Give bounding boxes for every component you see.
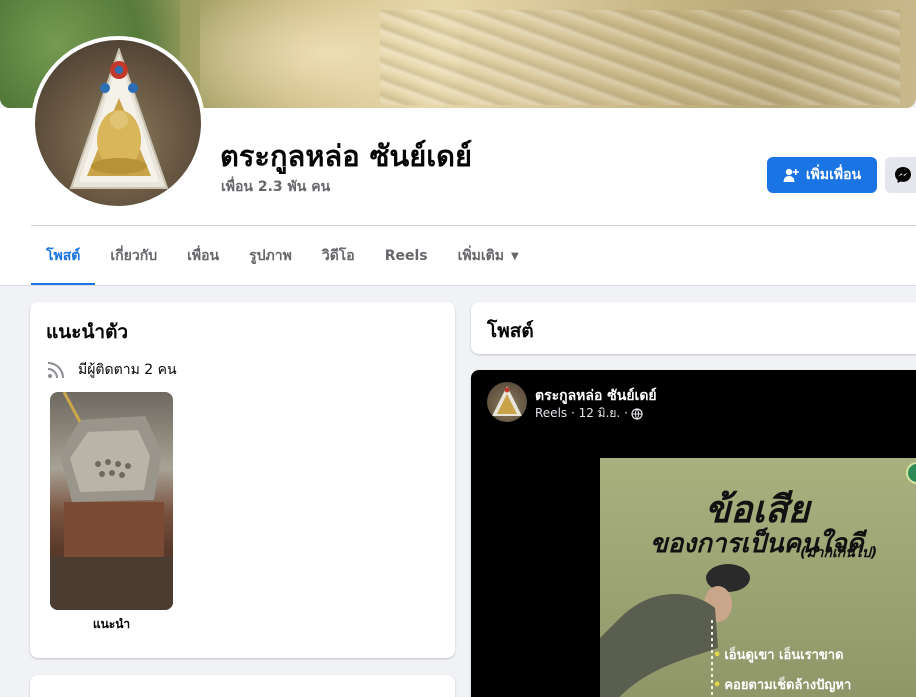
profile-name: ตระกูลหล่อ ซันย์เดย์: [220, 139, 472, 173]
intro-title: แนะนำตัว: [46, 321, 129, 343]
messenger-icon: [895, 167, 911, 183]
caret-down-icon: ▼: [510, 250, 519, 262]
tab-posts[interactable]: โพสต์: [31, 226, 96, 286]
profile-avatar[interactable]: [31, 36, 205, 210]
reel-note: (มากเกินไป): [800, 545, 878, 561]
person-plus-icon: [783, 168, 799, 182]
followers-count[interactable]: มีผู้ติดตาม 2 คน: [78, 359, 177, 381]
globe-icon: [631, 407, 643, 420]
featured-photo[interactable]: [50, 392, 173, 610]
post-meta: Reels · 12 มิ.ย. ·: [535, 404, 643, 423]
amulet-thumbnail: [492, 386, 522, 416]
reel-thumbnail[interactable]: ข้อเสีย ของการเป็นคนใจดี (มากเกินไป) • เอ…: [600, 458, 916, 697]
photos-card: [30, 675, 455, 697]
tab-about[interactable]: เกี่ยวกับ: [95, 226, 172, 286]
profile-tabs: โพสต์ เกี่ยวกับ เพื่อน รูปภาพ วิดีโอ Ree…: [31, 226, 534, 286]
logo-badge-icon: [906, 462, 916, 484]
post-author-avatar[interactable]: [487, 382, 527, 422]
friends-count[interactable]: เพื่อน 2.3 พัน คน: [221, 176, 330, 198]
intro-card: แนะนำตัว มีผู้ติดตาม 2 คน แนะนำ: [30, 302, 455, 658]
tab-friends[interactable]: เพื่อน: [172, 226, 234, 286]
amulet-image: [69, 48, 169, 189]
featured-label: แนะนำ: [92, 617, 131, 631]
tab-photos[interactable]: รูปภาพ: [234, 226, 307, 286]
tab-more[interactable]: เพิ่มเติม ▼: [443, 226, 534, 286]
followers-row: มีผู้ติดตาม 2 คน: [46, 359, 177, 381]
posts-title: โพสต์: [487, 320, 534, 342]
messenger-button[interactable]: [885, 157, 916, 193]
posts-header-card: โพสต์: [471, 302, 916, 354]
reel-bullet-2: • คอยตามเช็ดล้างปัญหา: [713, 678, 852, 693]
profile-page: ตระกูลหล่อ ซันย์เดย์ เพื่อน 2.3 พัน คน เ…: [0, 0, 916, 697]
tabs-bottom-border: [0, 285, 916, 286]
reel-post[interactable]: ตระกูลหล่อ ซันย์เดย์ Reels · 12 มิ.ย. · …: [471, 370, 916, 697]
rss-feed-icon: [47, 362, 64, 379]
add-friend-button[interactable]: เพิ่มเพื่อน: [767, 157, 877, 193]
tab-reels[interactable]: Reels: [370, 226, 443, 286]
reel-bullet-1: • เอ็นดูเขา เอ็นเราขาด: [713, 648, 844, 663]
add-friend-label: เพิ่มเพื่อน: [805, 167, 862, 183]
featured-photo-image: [50, 392, 173, 610]
tab-videos[interactable]: วิดีโอ: [307, 226, 370, 286]
